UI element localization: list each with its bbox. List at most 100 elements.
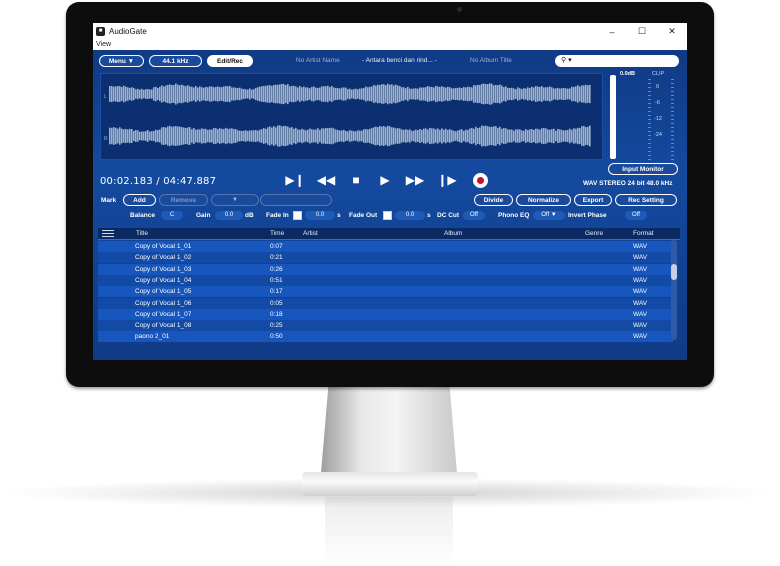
- row-title: Copy of Vocal 1_04: [135, 276, 192, 284]
- table-row[interactable]: Copy of Vocal 1_04 0:51 WAV: [98, 274, 673, 286]
- mark-dropdown[interactable]: ▼: [211, 194, 259, 206]
- invert-phase-toggle[interactable]: Off: [625, 211, 647, 220]
- fade-out-checkbox[interactable]: [383, 211, 392, 220]
- remove-mark-button[interactable]: Remove: [159, 194, 208, 206]
- row-time: 0:17: [270, 288, 283, 296]
- search-input[interactable]: ⚲ ▾: [555, 55, 679, 67]
- meter-tick: -6: [655, 100, 660, 106]
- row-time: 0:05: [270, 299, 283, 307]
- row-title: Copy of Vocal 1_03: [135, 265, 192, 273]
- row-title: Copy of Vocal 1_08: [135, 322, 192, 330]
- rewind-icon[interactable]: ◀◀: [315, 173, 337, 187]
- camera-dot: [457, 7, 462, 12]
- time-separator: /: [156, 176, 160, 187]
- row-title: Copy of Vocal 1_01: [135, 243, 192, 250]
- row-format: WAV: [633, 322, 648, 330]
- phono-eq-select[interactable]: Off ▼: [533, 211, 565, 220]
- row-time: 0:21: [270, 254, 283, 262]
- album-title-field[interactable]: No Album Title: [470, 57, 512, 64]
- waveform-view[interactable]: L R: [100, 73, 603, 160]
- table-row[interactable]: Copy of Vocal 1_08 0:25 WAV: [98, 320, 673, 332]
- fast-forward-icon[interactable]: ▶▶: [404, 173, 426, 187]
- row-format: WAV: [633, 288, 648, 296]
- time-display: 00:02.183 / 04:47.887: [100, 176, 216, 187]
- menu-button[interactable]: Menu ▼: [99, 55, 144, 67]
- row-title: Copy of Vocal 1_06: [135, 299, 192, 307]
- track-table: Title Time Artist Album Genre Format Cop…: [93, 228, 687, 360]
- waveform-graphic: [109, 83, 591, 147]
- fade-in-label: Fade In: [266, 212, 289, 219]
- sample-rate-button[interactable]: 44.1 kHz: [149, 55, 202, 67]
- col-title[interactable]: Title: [136, 230, 148, 237]
- divide-button[interactable]: Divide: [474, 194, 513, 206]
- track-title-field[interactable]: - Antara benci dan rind... -: [362, 57, 437, 64]
- mark-label: Mark: [101, 197, 117, 204]
- menu-view[interactable]: View: [96, 41, 111, 48]
- balance-label: Balance: [130, 212, 155, 219]
- list-menu-icon[interactable]: [102, 230, 114, 237]
- artist-name-field[interactable]: No Artist Name: [296, 57, 340, 64]
- row-format: WAV: [633, 333, 648, 341]
- fade-out-field[interactable]: 0.0: [395, 211, 425, 220]
- table-row[interactable]: Copy of Vocal 1_06 0:05 WAV: [98, 297, 673, 309]
- table-row[interactable]: paono 2_01 0:50 WAV: [98, 331, 673, 343]
- record-button[interactable]: [473, 173, 488, 188]
- rec-setting-button[interactable]: Rec Setting: [615, 194, 677, 206]
- invert-phase-label: Invert Phase: [568, 212, 607, 219]
- row-format: WAV: [633, 265, 648, 273]
- app-window: ■ AudioGate – ☐ ✕ View Menu ▼ 44.1 kHz E…: [93, 23, 687, 360]
- table-row[interactable]: Copy of Vocal 1_02 0:21 WAV: [98, 252, 673, 264]
- row-time: 0:25: [270, 322, 283, 330]
- waveform-right: [109, 125, 591, 147]
- col-artist[interactable]: Artist: [303, 230, 318, 237]
- channel-left-marker: L: [104, 94, 107, 100]
- format-info: WAV STEREO 24 bit 48.0 kHz: [583, 180, 673, 187]
- fade-in-field[interactable]: 0.0: [305, 211, 335, 220]
- main-panel: Menu ▼ 44.1 kHz Edit/Rec No Artist Name …: [93, 50, 687, 360]
- title-bar: ■ AudioGate – ☐ ✕: [93, 23, 687, 40]
- window-controls: – ☐ ✕: [597, 23, 687, 40]
- gain-field[interactable]: 0.0: [215, 211, 243, 220]
- close-icon[interactable]: ✕: [657, 23, 687, 40]
- dc-cut-label: DC Cut: [437, 212, 460, 219]
- playback-position-bar[interactable]: [610, 75, 616, 159]
- stand-reflection: [325, 497, 453, 566]
- row-title: paono 2_01: [135, 333, 170, 341]
- table-header: Title Time Artist Album Genre Format: [98, 228, 680, 240]
- fade-in-unit: s: [337, 212, 341, 219]
- add-mark-button[interactable]: Add: [123, 194, 156, 206]
- minimize-icon[interactable]: –: [597, 23, 627, 40]
- col-album[interactable]: Album: [444, 230, 462, 237]
- window-title: AudioGate: [109, 27, 147, 36]
- col-format[interactable]: Format: [633, 230, 654, 237]
- meter-tick: -12: [654, 116, 662, 122]
- table-row[interactable]: Copy of Vocal 1_05 0:17 WAV: [98, 286, 673, 298]
- table-row[interactable]: Copy of Vocal 1_07 0:18 WAV: [98, 308, 673, 320]
- row-time: 0:07: [270, 243, 283, 250]
- col-time[interactable]: Time: [270, 230, 284, 237]
- play-pause-icon[interactable]: ▶❙: [284, 173, 306, 187]
- table-scrollbar[interactable]: [671, 240, 677, 340]
- row-time: 0:50: [270, 333, 283, 341]
- time-current: 00:02.183: [100, 176, 153, 187]
- balance-field[interactable]: C: [161, 211, 183, 220]
- fade-in-checkbox[interactable]: [293, 211, 302, 220]
- export-button[interactable]: Export: [574, 194, 612, 206]
- normalize-button[interactable]: Normalize: [516, 194, 571, 206]
- scrollbar-thumb[interactable]: [671, 264, 677, 280]
- edit-rec-button[interactable]: Edit/Rec: [207, 55, 253, 67]
- input-monitor-button[interactable]: Input Monitor: [608, 163, 678, 175]
- play-icon[interactable]: ▶: [376, 173, 394, 187]
- skip-next-icon[interactable]: ❙▶: [436, 173, 458, 187]
- row-time: 0:26: [270, 265, 283, 273]
- table-row[interactable]: Copy of Vocal 1_03 0:26 WAV: [98, 263, 673, 275]
- phono-eq-label: Phono EQ: [498, 212, 530, 219]
- time-total: 04:47.887: [163, 176, 217, 187]
- stop-icon[interactable]: ■: [347, 173, 365, 187]
- maximize-icon[interactable]: ☐: [627, 23, 657, 40]
- col-genre[interactable]: Genre: [585, 230, 603, 237]
- row-title: Copy of Vocal 1_02: [135, 254, 192, 262]
- dc-cut-toggle[interactable]: Off: [463, 211, 485, 220]
- mark-name-field[interactable]: [260, 194, 332, 206]
- table-row[interactable]: Copy of Vocal 1_01 0:07 WAV: [98, 241, 673, 252]
